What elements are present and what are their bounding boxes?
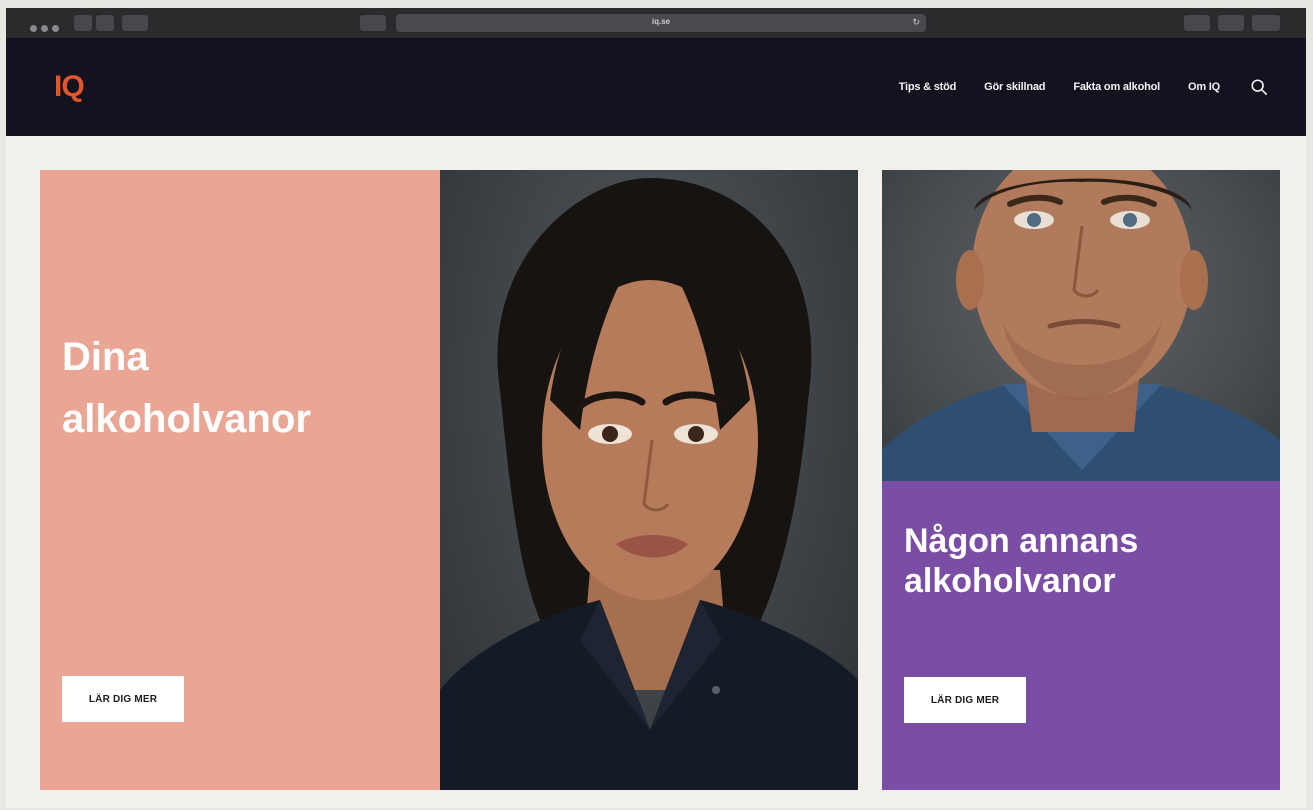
nav-item-fakta-om-alkohol[interactable]: Fakta om alkohol — [1073, 81, 1160, 93]
main-navigation: Tips & stöd Gör skillnad Fakta om alkoho… — [899, 81, 1221, 93]
tabs-overview-button[interactable] — [1252, 15, 1280, 31]
url-text: iq.se — [651, 17, 671, 26]
browser-window: iq.se ↻ IQ Tips & stöd Gör skillnad Fakt… — [6, 8, 1306, 808]
card-headline-line-1: Dina — [62, 335, 149, 379]
address-bar[interactable]: iq.se ↻ — [396, 14, 926, 32]
card-headline: Någon annans alkoholvanor — [904, 521, 1138, 601]
woman-portrait-illustration — [440, 178, 858, 790]
card-text-panel: Någon annans alkoholvanor LÄR DIG MER — [882, 481, 1280, 790]
card-text-panel: Dina alkoholvanor LÄR DIG MER — [40, 170, 440, 790]
card-headline: Dina alkoholvanor — [62, 326, 311, 450]
learn-more-button[interactable]: LÄR DIG MER — [904, 677, 1026, 723]
sidebar-button[interactable] — [122, 15, 148, 31]
site-header: IQ Tips & stöd Gör skillnad Fakta om alk… — [6, 38, 1306, 136]
card-nagon-annans-alkoholvanor[interactable]: Någon annans alkoholvanor LÄR DIG MER — [882, 170, 1280, 790]
search-icon[interactable] — [1250, 78, 1268, 96]
nav-item-gor-skillnad[interactable]: Gör skillnad — [984, 81, 1045, 93]
nav-item-tips-stod[interactable]: Tips & stöd — [899, 81, 957, 93]
reload-icon[interactable]: ↻ — [912, 17, 920, 28]
forward-button[interactable] — [96, 15, 114, 31]
minimize-window-icon[interactable] — [41, 25, 48, 32]
card-headline-line-2: alkoholvanor — [62, 397, 311, 441]
learn-more-button[interactable]: LÄR DIG MER — [62, 676, 184, 722]
window-controls[interactable] — [30, 19, 63, 37]
extension-button[interactable] — [1184, 15, 1210, 31]
share-button[interactable] — [1218, 15, 1244, 31]
card-headline-line-2: alkoholvanor — [904, 562, 1116, 600]
card-dina-alkoholvanor[interactable]: Dina alkoholvanor LÄR DIG MER — [40, 170, 858, 790]
back-button[interactable] — [74, 15, 92, 31]
card-headline-line-1: Någon annans — [904, 522, 1139, 560]
nav-item-om-iq[interactable]: Om IQ — [1188, 81, 1220, 93]
close-window-icon[interactable] — [30, 25, 37, 32]
woman-portrait-photo — [440, 170, 858, 790]
man-portrait-illustration — [882, 170, 1280, 481]
man-portrait-photo — [882, 170, 1280, 481]
browser-toolbar: iq.se ↻ — [6, 8, 1306, 38]
iq-logo[interactable]: IQ — [54, 70, 85, 104]
maximize-window-icon[interactable] — [52, 25, 59, 32]
privacy-report-button[interactable] — [360, 15, 386, 31]
